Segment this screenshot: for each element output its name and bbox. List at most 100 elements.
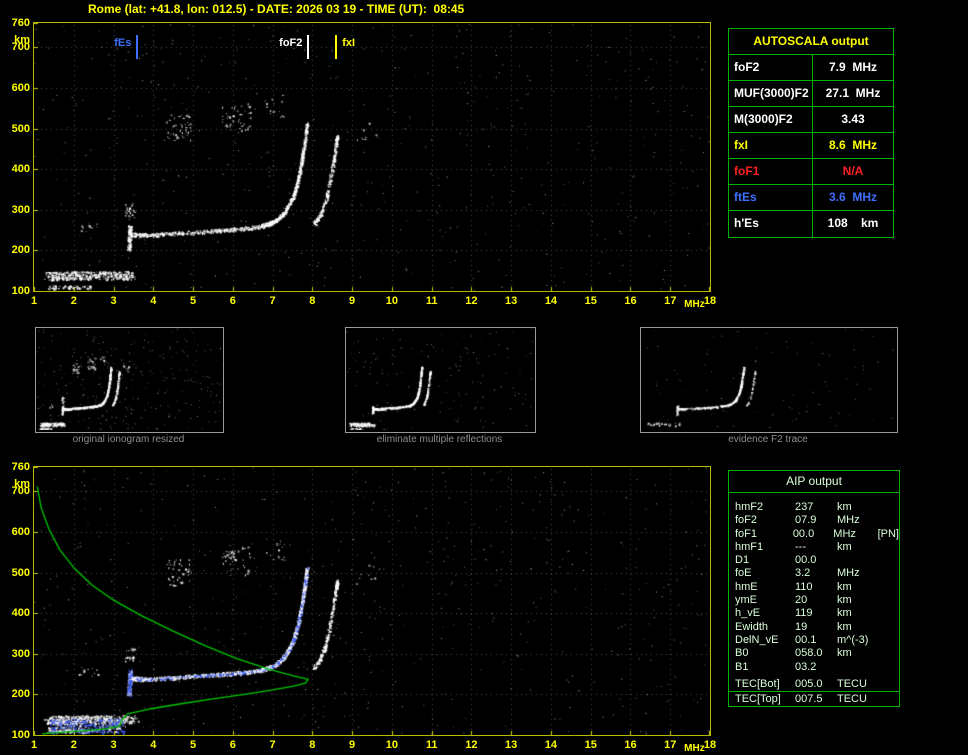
aip-row-label: hmF1: [735, 540, 764, 553]
chart-top-canvas: [34, 23, 710, 291]
aip-row-Ewidth: Ewidth 19 km: [735, 621, 899, 634]
aip-row-value: 03.2: [795, 660, 817, 673]
x-tick-label: 10: [385, 295, 398, 307]
aip-row-unit: km: [837, 580, 852, 593]
y-tick-label: 200: [11, 244, 30, 257]
aip-row-extra: [883, 661, 899, 674]
x-tick-label: 14: [544, 739, 558, 751]
x-tick-label: 4: [150, 739, 157, 751]
aip-row-value: 237: [795, 501, 814, 513]
aip-row-unit: km: [837, 594, 852, 607]
autoscala-row-value: 108 km: [827, 216, 879, 230]
aip-row-h_vE: h_vE 119 km: [735, 607, 899, 620]
marker-label-fxI: fxI: [342, 37, 356, 49]
x-tick-label: 2: [70, 739, 77, 751]
aip-row-unit: km: [837, 540, 852, 553]
aip-row-unit: km: [837, 620, 852, 633]
marker-label-fEs: fEs: [114, 37, 132, 49]
aip-row-unit: km: [837, 647, 852, 660]
x-tick-label: 9: [349, 739, 356, 751]
aip-row-foF1: foF1 00.0 MHz [PN]: [735, 528, 899, 541]
aip-row-ymE: ymE 20 km: [735, 594, 899, 607]
autoscala-panel-title: AUTOSCALA output: [729, 29, 893, 55]
autoscala-table: foF2 7.9 MHz MUF(3000)F2 27.1 MHz M(3000)F2 3…: [729, 55, 893, 237]
aip-row-value: 058.0: [795, 647, 823, 660]
aip-row-label: ymE: [735, 594, 757, 607]
y-tick-label: 300: [11, 647, 30, 660]
autoscala-row-foF2: foF2 7.9 MHz: [729, 55, 893, 81]
x-tick-label: 3: [110, 295, 117, 307]
y-tick-label: 500: [11, 122, 30, 135]
thumbnail-caption-original: original ionogram resized: [72, 434, 185, 445]
aip-row-label: Ewidth: [735, 620, 769, 633]
aip-row-value: 07.9: [795, 514, 817, 527]
chart-top-plot: fEs foF2 fxI: [33, 22, 711, 292]
aip-row-value: 20: [795, 594, 808, 607]
aip-row-value: 00.0: [795, 554, 817, 567]
aip-row-B0: B0 058.0 km: [735, 647, 899, 660]
aip-row-value: 3.2: [795, 567, 811, 580]
aip-row-label: hmF2: [735, 501, 764, 513]
autoscala-row-value: 7.9 MHz: [828, 60, 877, 74]
aip-row-extra: [PN]: [877, 527, 899, 540]
aip-tec-value: 007.5: [795, 692, 823, 705]
aip-row-D1: D1 00.0: [735, 554, 899, 567]
aip-row-extra: [883, 501, 899, 514]
thumbnail-eliminate-canvas: [346, 328, 533, 430]
y-axis-unit: km: [14, 34, 30, 46]
x-tick-label: 12: [465, 295, 478, 307]
thumbnail-original-ionogram: [35, 327, 224, 433]
aip-tec-label: TEC[Bot]: [735, 677, 780, 690]
autoscala-row-label: ftEs: [729, 185, 813, 210]
x-tick-label: 11: [425, 295, 438, 307]
x-axis-unit: MHz: [684, 299, 705, 310]
y-tick-label: 600: [11, 81, 30, 94]
x-tick-label: 6: [229, 739, 236, 751]
autoscala-row-label: foF1: [729, 159, 813, 184]
marker-line-fEs: [136, 35, 139, 59]
autoscala-row-fxI: fxI 8.6 MHz: [729, 133, 893, 159]
autoscala-row-label: h'Es: [729, 211, 813, 237]
x-tick-label: 15: [584, 295, 597, 307]
aip-output-panel: AIP output hmF2 237 km foF2 07.9 MHz foF1 00.0 M…: [728, 470, 900, 707]
aip-row-hmF2: hmF2 237 km: [735, 501, 899, 514]
marker-line-fxI: [335, 35, 338, 59]
aip-row-extra: [883, 567, 899, 580]
x-axis-unit: MHz: [684, 743, 705, 754]
y-tick-label: 600: [11, 525, 30, 538]
x-tick-label: 13: [505, 295, 518, 307]
aip-row-extra: [883, 647, 899, 660]
x-tick-label: 16: [624, 739, 637, 751]
autoscala-row-value: N/A: [842, 164, 864, 178]
aip-row-label: hmE: [735, 580, 758, 593]
aip-row-hmF1: hmF1 --- km: [735, 541, 899, 554]
thumbnail-original-canvas: [36, 328, 221, 430]
aip-row-label: B0: [735, 647, 749, 660]
x-tick-label: 5: [189, 739, 197, 751]
aip-row-unit: MHz: [833, 527, 856, 540]
autoscala-output-panel: AUTOSCALA output foF2 7.9 MHz MUF(3000)F2 2…: [728, 28, 894, 238]
x-tick-label: 15: [584, 739, 597, 751]
aip-row-unit: MHz: [837, 567, 860, 580]
aip-row-extra: [883, 607, 899, 620]
x-tick-label: 10: [385, 739, 398, 751]
autoscala-row-value: 3.6 MHz: [828, 190, 877, 204]
aip-tec-rows: TEC[Bot] 005.0 TECU TEC[Top] 007.5 TECU: [729, 677, 899, 706]
aip-row-DelN_vE: DelN_vE 00.1 m^(-3): [735, 634, 899, 647]
y-axis-unit: km: [14, 478, 30, 490]
aip-row-extra: [883, 621, 899, 634]
autoscala-row-ftEs: ftEs 3.6 MHz: [729, 185, 893, 211]
x-tick-label: 9: [349, 295, 356, 307]
autoscala-row-M(3000)F2: M(3000)F2 3.43: [729, 107, 893, 133]
x-tick-label: 7: [269, 739, 276, 751]
aip-row-unit: [837, 661, 883, 674]
thumbnail-evidence-canvas: [641, 328, 895, 430]
aip-row-unit: m^(-3): [837, 633, 869, 646]
aip-row-extra: [883, 581, 899, 594]
thumbnail-eliminate-reflections: [345, 327, 536, 433]
x-tick-label: 16: [624, 295, 637, 307]
y-tick-label: 400: [11, 163, 30, 176]
autoscala-row-h'Es: h'Es 108 km: [729, 211, 893, 237]
aip-row-label: foF1: [735, 527, 758, 540]
aip-tec-extra: [883, 692, 899, 706]
